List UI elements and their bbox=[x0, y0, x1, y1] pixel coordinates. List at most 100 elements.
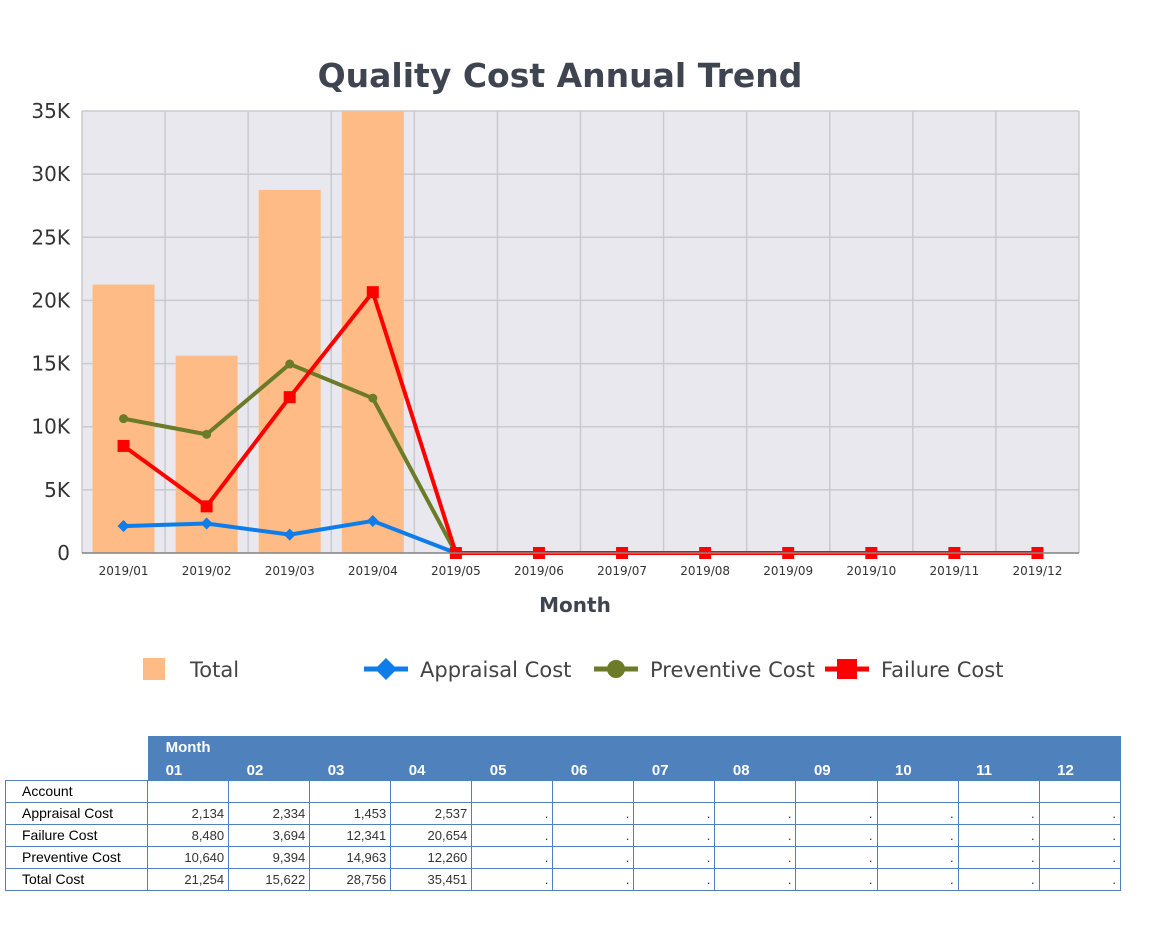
data-point bbox=[117, 439, 130, 452]
table-cell: . bbox=[714, 801, 797, 825]
month-header-cell: 09 bbox=[795, 758, 878, 780]
month-header-cell: 04 bbox=[390, 758, 472, 780]
month-header-cell: 11 bbox=[958, 758, 1040, 780]
legend-item-appraisal-cost: Appraisal Cost bbox=[364, 658, 571, 682]
legend-marker bbox=[607, 660, 625, 678]
y-tick-label: 5K bbox=[44, 478, 71, 502]
month-header-cell: 12 bbox=[1039, 758, 1121, 780]
table-row: Preventive Cost 10,640 9,394 14,963 12,260..… bbox=[4, 845, 1122, 869]
table-cell: . bbox=[471, 867, 554, 891]
row-label: Failure Cost bbox=[4, 823, 149, 847]
table-cell: . bbox=[795, 845, 878, 869]
table-cell bbox=[714, 779, 797, 803]
table-cell: . bbox=[795, 867, 878, 891]
legend-marker bbox=[375, 658, 397, 680]
legend-item-failure-cost: Failure Cost bbox=[825, 658, 1003, 682]
table-cell: . bbox=[552, 867, 635, 891]
y-tick-label: 25K bbox=[31, 225, 70, 249]
row-label: Total Cost bbox=[4, 867, 149, 891]
y-tick-label: 30K bbox=[31, 162, 70, 186]
table-cell bbox=[1038, 779, 1122, 803]
table-group-header: Month bbox=[147, 736, 1121, 758]
table-cell: 10,640 bbox=[147, 845, 230, 869]
legend: Total Appraisal Cost Preventive Cost Failur… bbox=[143, 658, 1003, 682]
legend-label: Appraisal Cost bbox=[420, 658, 571, 682]
table-cell: . bbox=[633, 845, 716, 869]
y-tick-label: 0 bbox=[57, 541, 70, 565]
table-cell: . bbox=[1038, 823, 1122, 847]
table-body: Account Appraisal Cost 2,134 2,334 1,453 2,53… bbox=[4, 779, 1122, 891]
table-cell bbox=[876, 779, 959, 803]
legend-swatch bbox=[143, 658, 165, 680]
table-row: Appraisal Cost 2,134 2,334 1,453 2,537......… bbox=[4, 801, 1122, 825]
table-cell: . bbox=[633, 801, 716, 825]
table-cell: 8,480 bbox=[147, 823, 230, 847]
y-tick-label: 10K bbox=[31, 415, 70, 439]
bar-total bbox=[341, 111, 404, 553]
month-header-cell: 10 bbox=[877, 758, 959, 780]
data-point bbox=[285, 359, 295, 369]
table-cell bbox=[147, 779, 230, 803]
table-corner bbox=[5, 758, 148, 780]
table-cell: . bbox=[957, 823, 1040, 847]
y-tick-label: 35K bbox=[31, 99, 70, 123]
table-row: Account bbox=[4, 779, 1122, 803]
table-cell: . bbox=[1038, 867, 1122, 891]
table-cell: 15,622 bbox=[228, 867, 311, 891]
x-tick-label: 2019/09 bbox=[763, 564, 813, 578]
month-header-cell: 03 bbox=[309, 758, 391, 780]
table-cell: . bbox=[1038, 801, 1122, 825]
table-cell bbox=[633, 779, 716, 803]
table-cell: . bbox=[1038, 845, 1122, 869]
table-cell: . bbox=[471, 845, 554, 869]
table-cell bbox=[390, 779, 473, 803]
table-cell: . bbox=[714, 823, 797, 847]
month-header-cell: 06 bbox=[552, 758, 634, 780]
table-row: Total Cost 21,254 15,622 28,756 35,451......… bbox=[4, 867, 1122, 891]
x-tick-label: 2019/03 bbox=[265, 564, 315, 578]
table-cell: 2,134 bbox=[147, 801, 230, 825]
table-cell: 12,260 bbox=[390, 845, 473, 869]
month-header-cell: 02 bbox=[228, 758, 310, 780]
data-point bbox=[119, 414, 129, 424]
legend-item-preventive-cost: Preventive Cost bbox=[594, 658, 815, 682]
table-cell: . bbox=[795, 823, 878, 847]
x-tick-label: 2019/06 bbox=[514, 564, 564, 578]
table-cell: 12,341 bbox=[309, 823, 392, 847]
data-point bbox=[366, 286, 379, 299]
table-cell: . bbox=[552, 823, 635, 847]
table-cell: . bbox=[471, 801, 554, 825]
x-axis-title: Month bbox=[539, 593, 611, 617]
table-cell: . bbox=[957, 801, 1040, 825]
table-cell: . bbox=[876, 823, 959, 847]
y-tick-label: 20K bbox=[31, 288, 70, 312]
table-month-header-row: 01 02 03 04 05 06 07 08 09 10 11 12 bbox=[5, 758, 1121, 780]
data-table: Month 01 02 03 04 05 06 07 08 09 10 11 12 Account Ap… bbox=[4, 736, 1122, 891]
table-cell: 21,254 bbox=[147, 867, 230, 891]
table-cell: . bbox=[876, 801, 959, 825]
month-header-cell: 08 bbox=[714, 758, 796, 780]
chart-title: Quality Cost Annual Trend bbox=[318, 56, 803, 95]
table-cell bbox=[228, 779, 311, 803]
legend-label: Failure Cost bbox=[881, 658, 1003, 682]
table-cell: 35,451 bbox=[390, 867, 473, 891]
x-tick-label: 2019/04 bbox=[348, 564, 398, 578]
table-cell: . bbox=[633, 823, 716, 847]
month-header-cell: 01 bbox=[147, 758, 229, 780]
table-cell: . bbox=[633, 867, 716, 891]
table-cell: 1,453 bbox=[309, 801, 392, 825]
table-cell: . bbox=[714, 867, 797, 891]
x-tick-label: 2019/11 bbox=[929, 564, 979, 578]
data-point bbox=[200, 500, 213, 513]
x-tick-label: 2019/01 bbox=[99, 564, 149, 578]
table-cell: 14,963 bbox=[309, 845, 392, 869]
row-label: Appraisal Cost bbox=[4, 801, 149, 825]
x-tick-label: 2019/07 bbox=[597, 564, 647, 578]
month-header-cell: 07 bbox=[633, 758, 715, 780]
table-cell: 20,654 bbox=[390, 823, 473, 847]
table-cell bbox=[471, 779, 554, 803]
legend-marker bbox=[837, 659, 857, 679]
table-cell: 28,756 bbox=[309, 867, 392, 891]
table-cell bbox=[552, 779, 635, 803]
table-cell: . bbox=[714, 845, 797, 869]
